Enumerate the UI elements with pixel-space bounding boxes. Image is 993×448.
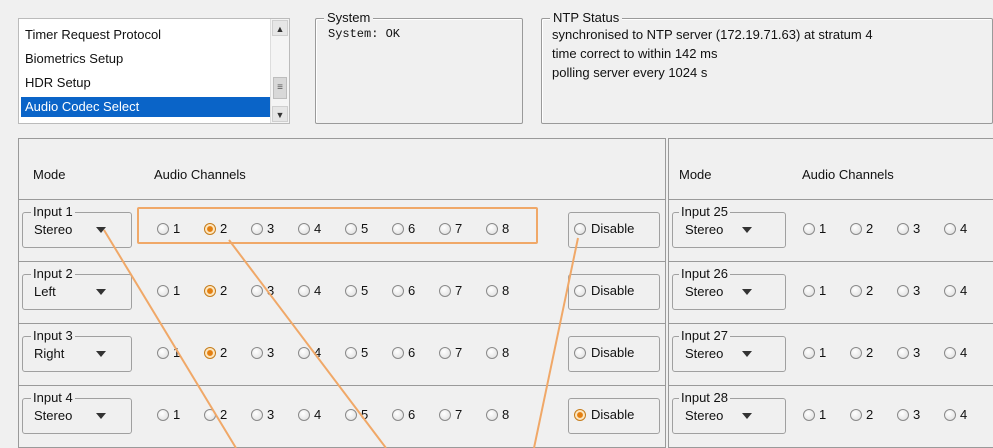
callout-line-channels [228,239,387,448]
callout-line-mode [103,229,237,448]
callout-lines [103,229,579,448]
callout-line-disable [533,237,579,448]
